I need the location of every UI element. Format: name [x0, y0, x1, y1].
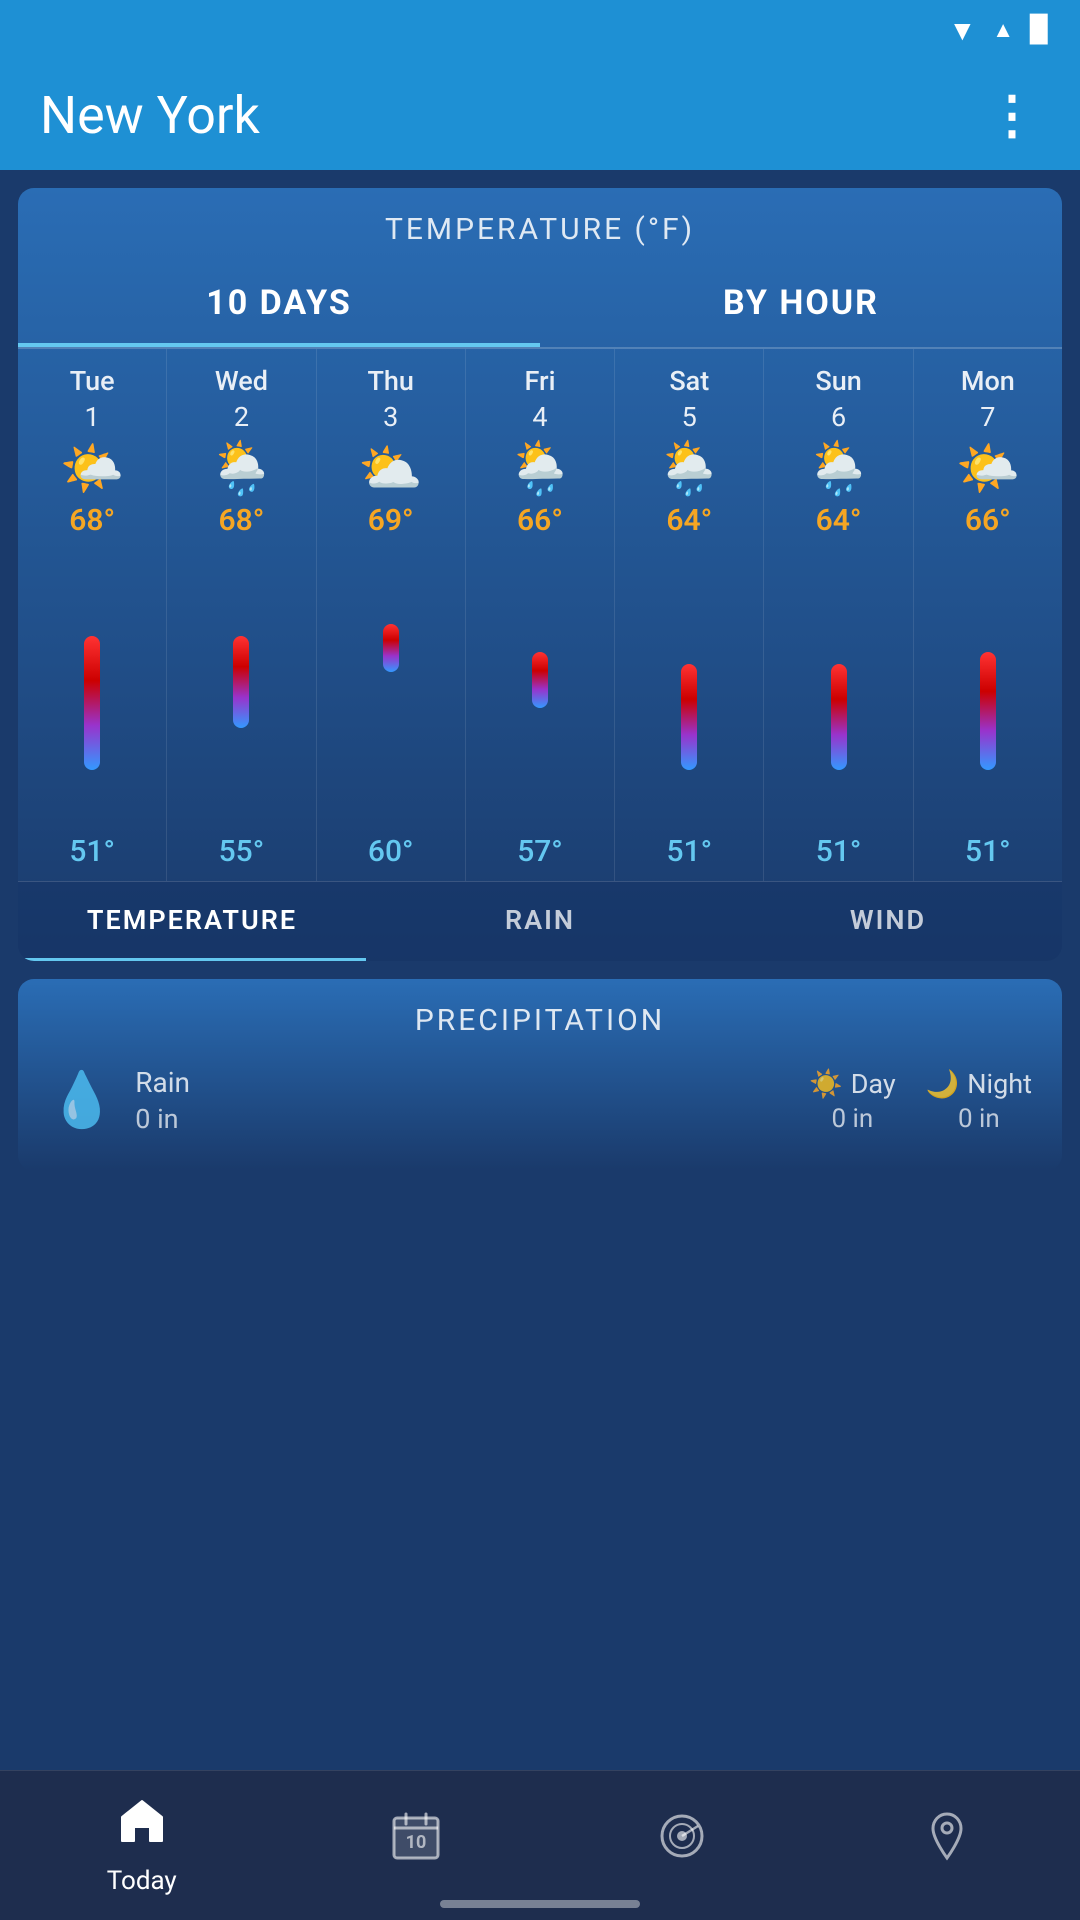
menu-button[interactable]: ⋮: [986, 85, 1040, 146]
weather-icon: 🌦️: [806, 443, 871, 495]
status-bar: ▼ ▲ ▉: [0, 0, 1080, 60]
weather-icon: 🌦️: [209, 443, 274, 495]
days-grid: Tue 1 🌤️ 68° 51° Wed 2 🌦️ 68° 55° Thu 3 …: [18, 349, 1062, 881]
nav-calendar[interactable]: 10: [390, 1810, 442, 1881]
day-col-mon[interactable]: Mon 7 🌤️ 66° 51°: [914, 349, 1062, 881]
precip-card: PRECIPITATION 💧 Rain 0 in ☀️ Day 0 in 🌙 …: [18, 979, 1062, 1171]
precip-row: 💧 Rain 0 in ☀️ Day 0 in 🌙 Night 0 in: [18, 1050, 1062, 1151]
temp-bar: [532, 546, 548, 826]
temp-high: 68°: [218, 503, 264, 538]
temp-low: 51°: [666, 834, 712, 869]
temp-high: 66°: [965, 503, 1011, 538]
day-col-fri[interactable]: Fri 4 🌦️ 66° 57°: [466, 349, 615, 881]
signal-icon: ▲: [992, 17, 1014, 43]
tab-byhour[interactable]: BY HOUR: [540, 259, 1062, 347]
battery-icon: ▉: [1030, 15, 1050, 45]
temp-bar: [84, 546, 100, 826]
moon-icon: 🌙: [926, 1068, 960, 1100]
metric-tab-temperature[interactable]: TEMPERATURE: [18, 882, 366, 961]
temp-low: 57°: [517, 834, 563, 869]
precip-title: PRECIPITATION: [18, 979, 1062, 1050]
view-tabs: 10 DAYS BY HOUR: [18, 259, 1062, 349]
temp-low: 55°: [219, 834, 265, 869]
day-col-thu[interactable]: Thu 3 ⛅ 69° 60°: [317, 349, 466, 881]
temp-bar: [233, 546, 249, 826]
day-name: Tue: [70, 365, 115, 397]
temp-high: 64°: [666, 503, 712, 538]
temp-high: 68°: [69, 503, 115, 538]
temp-section-title: TEMPERATURE (°F): [18, 188, 1062, 259]
temp-bar: [831, 546, 847, 826]
nav-today-label: Today: [107, 1866, 177, 1896]
day-name: Thu: [367, 365, 413, 397]
temp-high: 64°: [816, 503, 862, 538]
nav-bar: Today 10: [0, 1770, 1080, 1920]
home-icon: [116, 1795, 168, 1860]
day-col-tue[interactable]: Tue 1 🌤️ 68° 51°: [18, 349, 167, 881]
day-label: ☀️ Day: [809, 1068, 896, 1100]
weather-icon: 🌦️: [657, 443, 722, 495]
sun-icon: ☀️: [809, 1068, 843, 1100]
weather-icon: 🌤️: [60, 443, 125, 495]
weather-icon: 🌦️: [508, 443, 573, 495]
weather-icon: ⛅: [358, 443, 423, 495]
nav-radar[interactable]: [656, 1810, 708, 1881]
night-value: 0 in: [958, 1104, 1000, 1134]
day-col-wed[interactable]: Wed 2 🌦️ 68° 55°: [167, 349, 316, 881]
svg-text:10: 10: [406, 1832, 427, 1853]
day-name: Sun: [815, 365, 861, 397]
calendar-icon: 10: [390, 1810, 442, 1875]
rain-label: Rain: [135, 1066, 190, 1099]
metric-tabs: TEMPERATURERAINWIND: [18, 881, 1062, 961]
nav-today[interactable]: Today: [107, 1795, 177, 1896]
day-num: 7: [980, 401, 995, 433]
day-num: 2: [234, 401, 249, 433]
temp-low: 60°: [368, 834, 414, 869]
day-col-sun[interactable]: Sun 6 🌦️ 64° 51°: [764, 349, 913, 881]
temp-bar: [980, 546, 996, 826]
temp-bar: [383, 546, 399, 826]
app-bar: New York ⋮: [0, 60, 1080, 170]
day-num: 5: [682, 401, 697, 433]
location-icon: [921, 1810, 973, 1875]
day-name: Fri: [525, 365, 556, 397]
weather-icon: 🌤️: [955, 443, 1020, 495]
nav-location[interactable]: [921, 1810, 973, 1881]
day-value: 0 in: [831, 1104, 873, 1134]
radar-icon: [656, 1810, 708, 1875]
day-num: 6: [831, 401, 846, 433]
metric-tab-wind[interactable]: WIND: [714, 882, 1062, 961]
day-name: Mon: [961, 365, 1015, 397]
rain-value: 0 in: [135, 1103, 190, 1135]
day-precip: ☀️ Day 0 in: [809, 1068, 896, 1134]
temp-low: 51°: [69, 834, 115, 869]
temp-high: 69°: [368, 503, 414, 538]
main-card: TEMPERATURE (°F) 10 DAYS BY HOUR Tue 1 🌤…: [18, 188, 1062, 961]
day-num: 4: [532, 401, 547, 433]
day-night-precip: ☀️ Day 0 in 🌙 Night 0 in: [809, 1068, 1032, 1134]
tab-10days[interactable]: 10 DAYS: [18, 259, 540, 347]
city-title: New York: [40, 85, 260, 146]
day-col-sat[interactable]: Sat 5 🌦️ 64° 51°: [615, 349, 764, 881]
temp-bar: [681, 546, 697, 826]
day-num: 1: [85, 401, 100, 433]
temp-low: 51°: [816, 834, 862, 869]
rain-drop-icon: 💧: [48, 1069, 115, 1132]
night-label: 🌙 Night: [926, 1068, 1032, 1100]
day-name: Wed: [215, 365, 268, 397]
temp-low: 51°: [965, 834, 1011, 869]
temp-high: 66°: [517, 503, 563, 538]
wifi-icon: ▼: [949, 14, 977, 47]
day-num: 3: [383, 401, 398, 433]
home-indicator: [440, 1900, 640, 1908]
metric-tab-rain[interactable]: RAIN: [366, 882, 714, 961]
night-precip: 🌙 Night 0 in: [926, 1068, 1032, 1134]
day-name: Sat: [669, 365, 709, 397]
